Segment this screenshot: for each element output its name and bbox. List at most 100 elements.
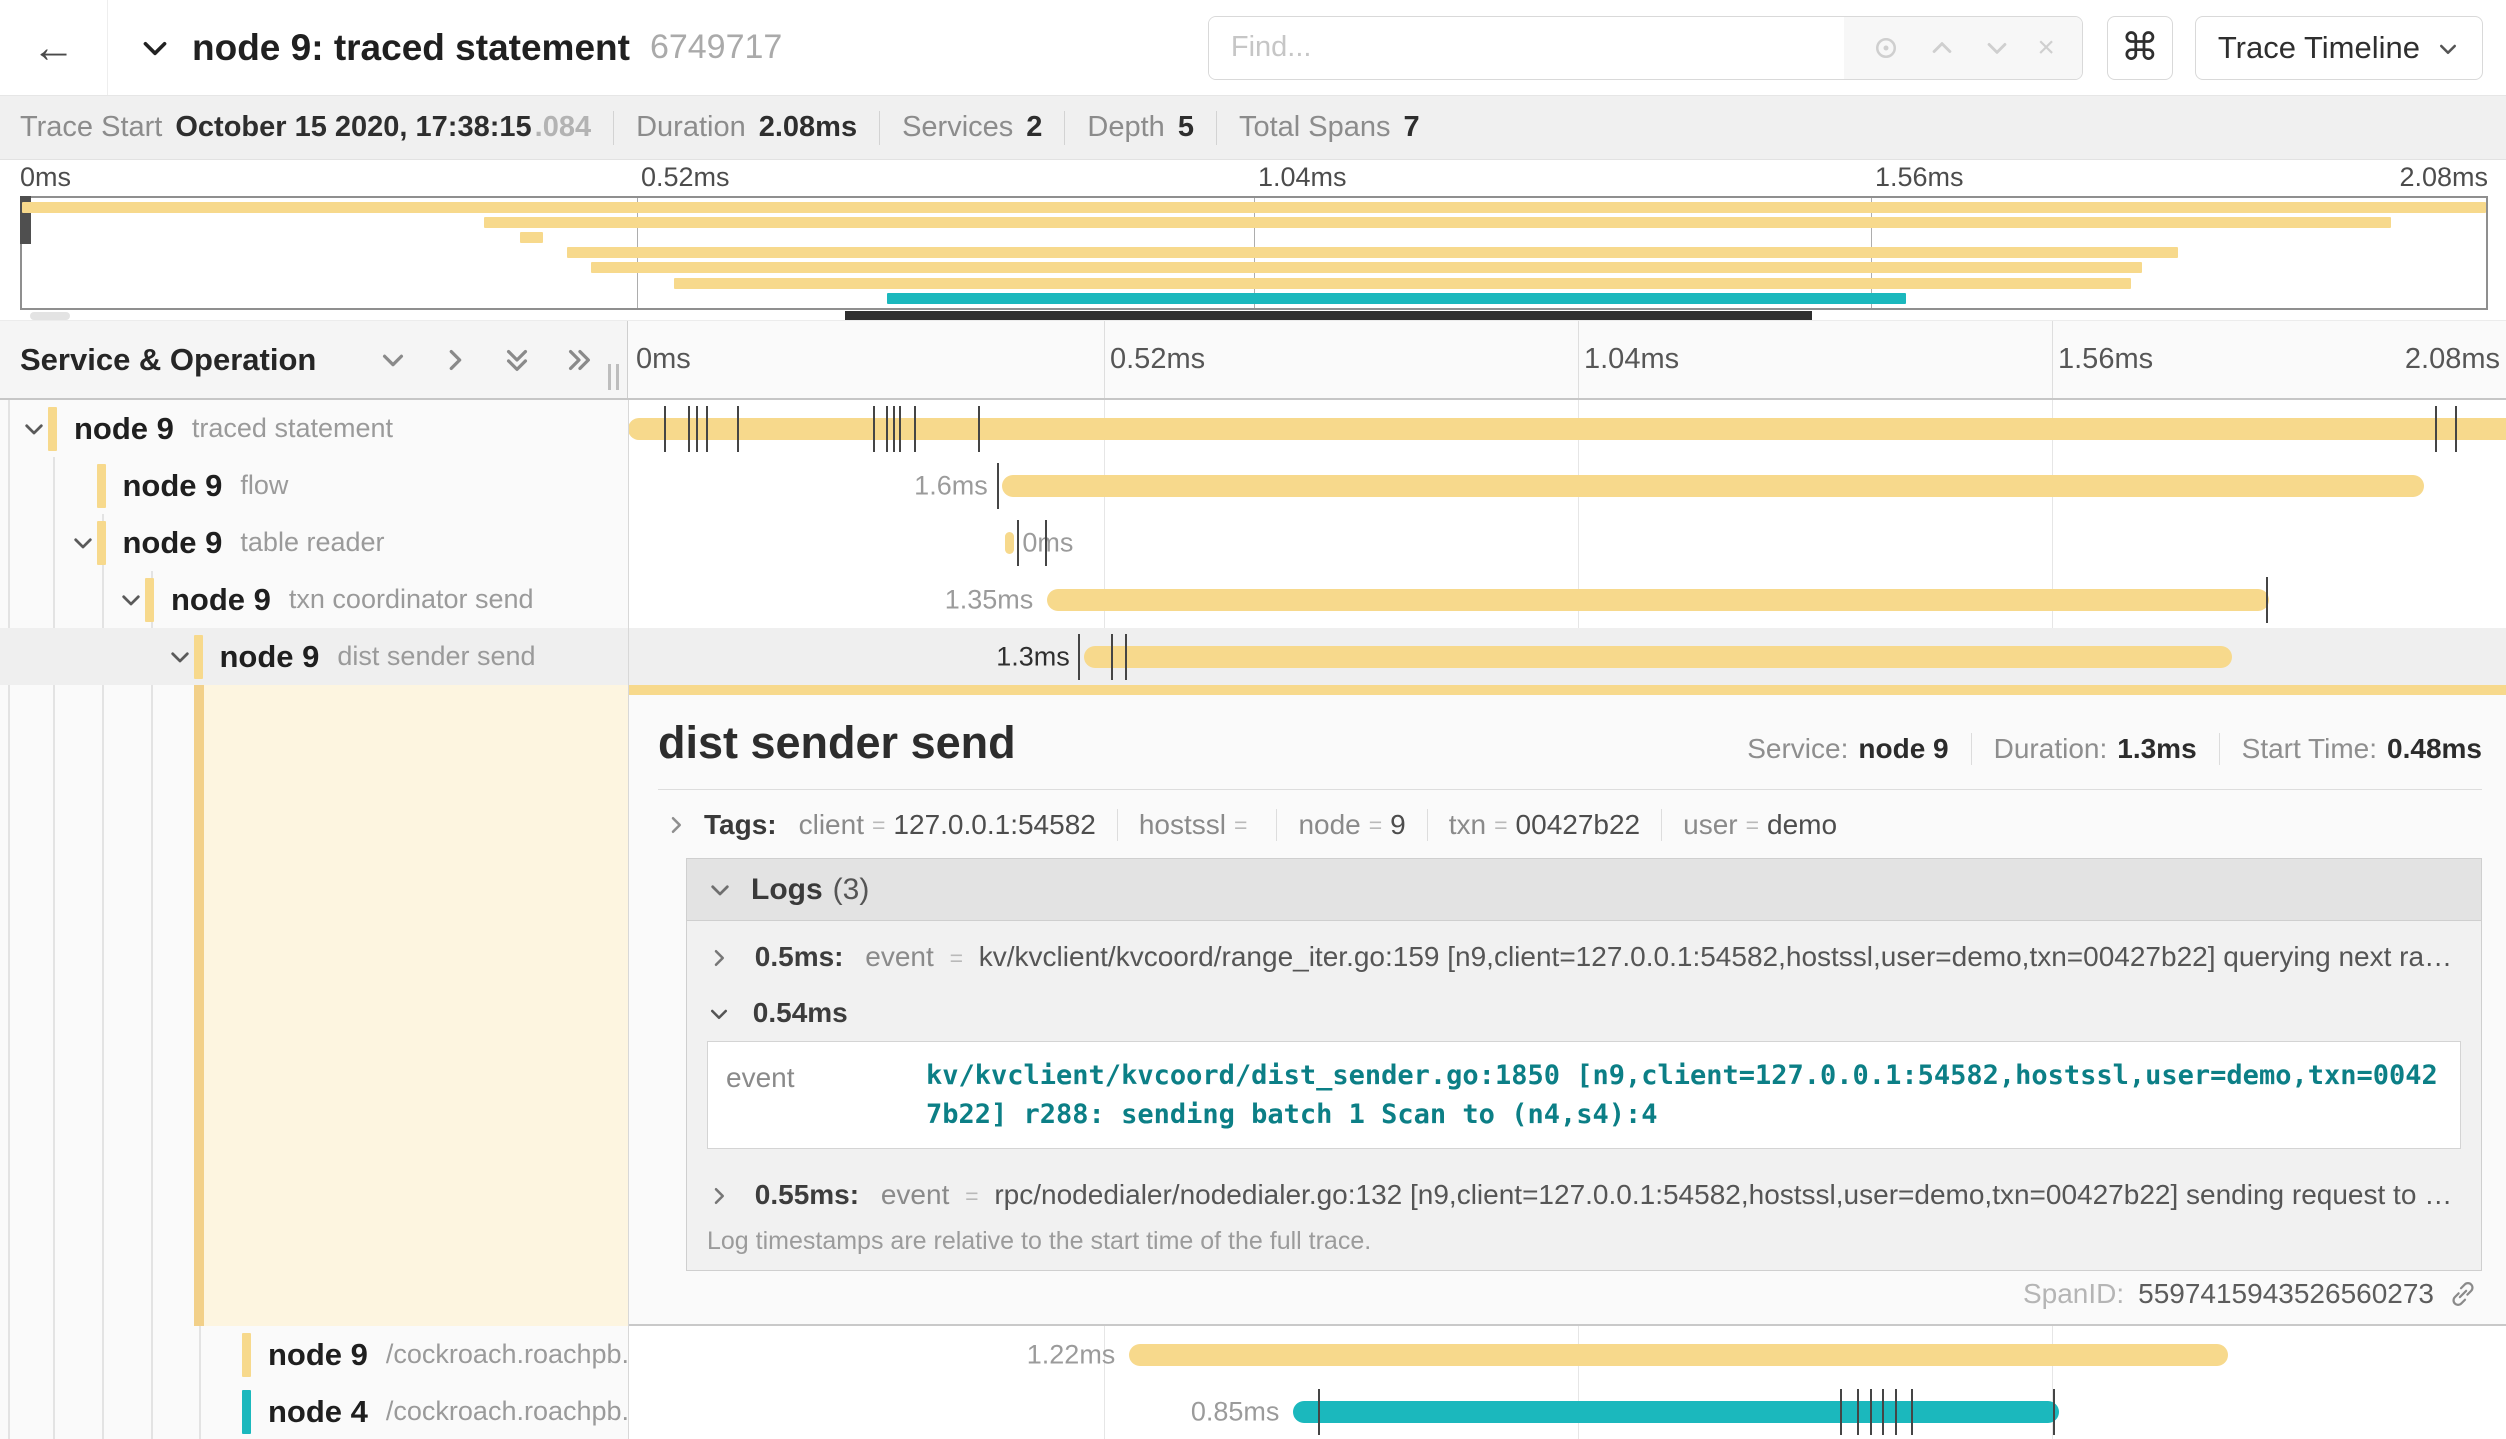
span-tree-item[interactable]: node 4 /cockroach.roachpb.I... [0, 1383, 628, 1439]
collapse-one-icon[interactable] [378, 345, 408, 375]
log-marker-tick [1882, 1389, 1884, 1435]
trace-total-spans: Total Spans 7 [1217, 111, 1442, 144]
clear-search-icon[interactable]: × [2037, 31, 2055, 65]
operation-name: txn coordinator send [289, 584, 534, 615]
operation-name: traced statement [192, 413, 393, 444]
span-timeline-cell[interactable]: 1.35ms [628, 571, 2506, 628]
span-tree-item[interactable]: node 9 flow [0, 457, 628, 514]
minimap-canvas[interactable] [20, 196, 2488, 310]
log-marker-tick [914, 406, 916, 452]
span-duration-label: 1.3ms [628, 641, 1070, 672]
span-row[interactable]: node 9 flow 1.6ms [0, 457, 2506, 514]
expand-all-icon[interactable] [564, 345, 594, 375]
span-duration-label: 1.22ms [628, 1339, 1115, 1370]
log-marker-tick [873, 406, 875, 452]
service-color-bar [242, 1390, 251, 1434]
view-selector-label: Trace Timeline [2218, 30, 2420, 66]
column-divider[interactable] [628, 400, 629, 1439]
span-rows-area: node 9 traced statement node 9 flow 1.6m… [0, 400, 2506, 1439]
log-marker-tick [1318, 1389, 1320, 1435]
span-timeline-cell[interactable] [628, 400, 2506, 457]
log-field-value: kv/kvclient/kvcoord/dist_sender.go:1850 … [926, 1056, 2442, 1134]
span-bar[interactable] [1005, 532, 1014, 554]
span-detail-title: dist sender send [658, 717, 1016, 769]
minimap-span-bar [520, 232, 544, 243]
log-marker-tick [1895, 1389, 1897, 1435]
service-name: node 9 [220, 639, 320, 675]
chevron-down-icon[interactable] [167, 644, 194, 670]
span-timeline-cell[interactable]: 1.3ms [628, 628, 2506, 685]
span-bar[interactable] [1002, 475, 2424, 497]
span-row[interactable]: node 9 traced statement [0, 400, 2506, 457]
back-button[interactable]: ← [0, 0, 108, 95]
view-selector-button[interactable]: Trace Timeline [2195, 16, 2483, 80]
span-timeline-cell[interactable]: 1.22ms [628, 1326, 2506, 1383]
span-bar[interactable] [1129, 1344, 2227, 1366]
column-resize-handle[interactable] [608, 364, 619, 390]
log-marker-tick [2053, 1389, 2055, 1435]
chevron-down-icon[interactable] [70, 530, 97, 556]
minimap-span-bar [887, 293, 1906, 304]
command-icon: ⌘ [2121, 25, 2159, 70]
log-marker-tick [1017, 520, 1019, 566]
chevron-down-icon [707, 1002, 731, 1026]
span-row[interactable]: node 9 /cockroach.roachpb.I... 1.22ms [0, 1326, 2506, 1383]
selected-span-indent-fill [204, 685, 628, 1326]
column-title: Service & Operation [20, 342, 316, 378]
span-bar[interactable] [628, 418, 2506, 440]
find-input[interactable] [1209, 17, 1844, 79]
trace-depth: Depth 5 [1065, 111, 1216, 144]
span-timeline-cell[interactable]: 1.6ms [628, 457, 2506, 514]
span-id-row: SpanID: 5597415943526560273 [2023, 1278, 2478, 1310]
logs-section: Logs (3) 0.5ms: event = kv/kvclient/kvco… [686, 858, 2482, 1271]
log-marker-tick [886, 406, 888, 452]
log-entry[interactable]: 0.55ms: event = rpc/nodedialer/nodediale… [687, 1165, 2481, 1225]
prev-match-icon[interactable] [1928, 34, 1956, 62]
log-marker-tick [2435, 406, 2437, 452]
log-marker-tick [1125, 634, 1127, 680]
span-tree-item[interactable]: node 9 txn coordinator send [0, 571, 628, 628]
chevron-down-icon[interactable] [118, 587, 145, 613]
span-bar[interactable] [1293, 1401, 2059, 1423]
logs-toggle-header[interactable]: Logs (3) [687, 859, 2481, 921]
span-duration-label: 1.35ms [628, 584, 1033, 615]
span-timeline-cell[interactable]: 0ms [628, 514, 2506, 571]
span-tree-item[interactable]: node 9 dist sender send [0, 628, 628, 685]
minimap-span-bar [591, 262, 2143, 273]
link-icon[interactable] [2448, 1279, 2478, 1309]
log-marker-tick [978, 406, 980, 452]
next-match-icon[interactable] [1983, 34, 2011, 62]
expand-one-icon[interactable] [440, 345, 470, 375]
log-field-table: event kv/kvclient/kvcoord/dist_sender.go… [707, 1041, 2461, 1149]
span-row-selected[interactable]: node 9 dist sender send 1.3ms [0, 628, 2506, 685]
service-color-bar [97, 464, 106, 508]
log-entry[interactable]: 0.5ms: event = kv/kvclient/kvcoord/range… [687, 921, 2481, 993]
trace-duration: Duration 2.08ms [614, 111, 879, 144]
span-tree-item[interactable]: node 9 table reader [0, 514, 628, 571]
span-row[interactable]: node 9 txn coordinator send 1.35ms [0, 571, 2506, 628]
minimap-viewport-scrollbar[interactable] [845, 311, 1812, 320]
divider [1276, 809, 1277, 841]
collapse-all-icon[interactable] [502, 345, 532, 375]
log-marker-tick [1870, 1389, 1872, 1435]
keyboard-shortcuts-button[interactable]: ⌘ [2107, 16, 2173, 80]
focus-match-icon[interactable] [1871, 33, 1901, 63]
span-tree-item[interactable]: node 9 traced statement [0, 400, 628, 457]
operation-name: /cockroach.roachpb.I... [386, 1396, 628, 1427]
chevron-down-icon[interactable] [21, 416, 48, 442]
log-entry-expanded-header[interactable]: 0.54ms [687, 993, 2481, 1041]
span-bar[interactable] [1084, 646, 2232, 668]
span-bar[interactable] [1047, 589, 2268, 611]
span-timeline-cell[interactable]: 0.85ms [628, 1383, 2506, 1439]
span-tree-item[interactable]: node 9 /cockroach.roachpb.I... [0, 1326, 628, 1383]
span-row[interactable]: node 9 table reader 0ms [0, 514, 2506, 571]
log-marker-tick [1911, 1389, 1913, 1435]
ruler-gridline [2052, 321, 2053, 398]
chevron-down-icon [2436, 30, 2460, 66]
log-marker-tick [997, 463, 999, 509]
collapse-trace-chevron-icon[interactable] [138, 31, 172, 65]
minimap-scrollbar-piece[interactable] [30, 312, 70, 320]
log-marker-tick [696, 406, 698, 452]
span-row[interactable]: node 4 /cockroach.roachpb.I... 0.85ms [0, 1383, 2506, 1439]
tags-toggle-row[interactable]: Tags: client=127.0.0.1:54582 hostssl= no… [658, 790, 2482, 858]
